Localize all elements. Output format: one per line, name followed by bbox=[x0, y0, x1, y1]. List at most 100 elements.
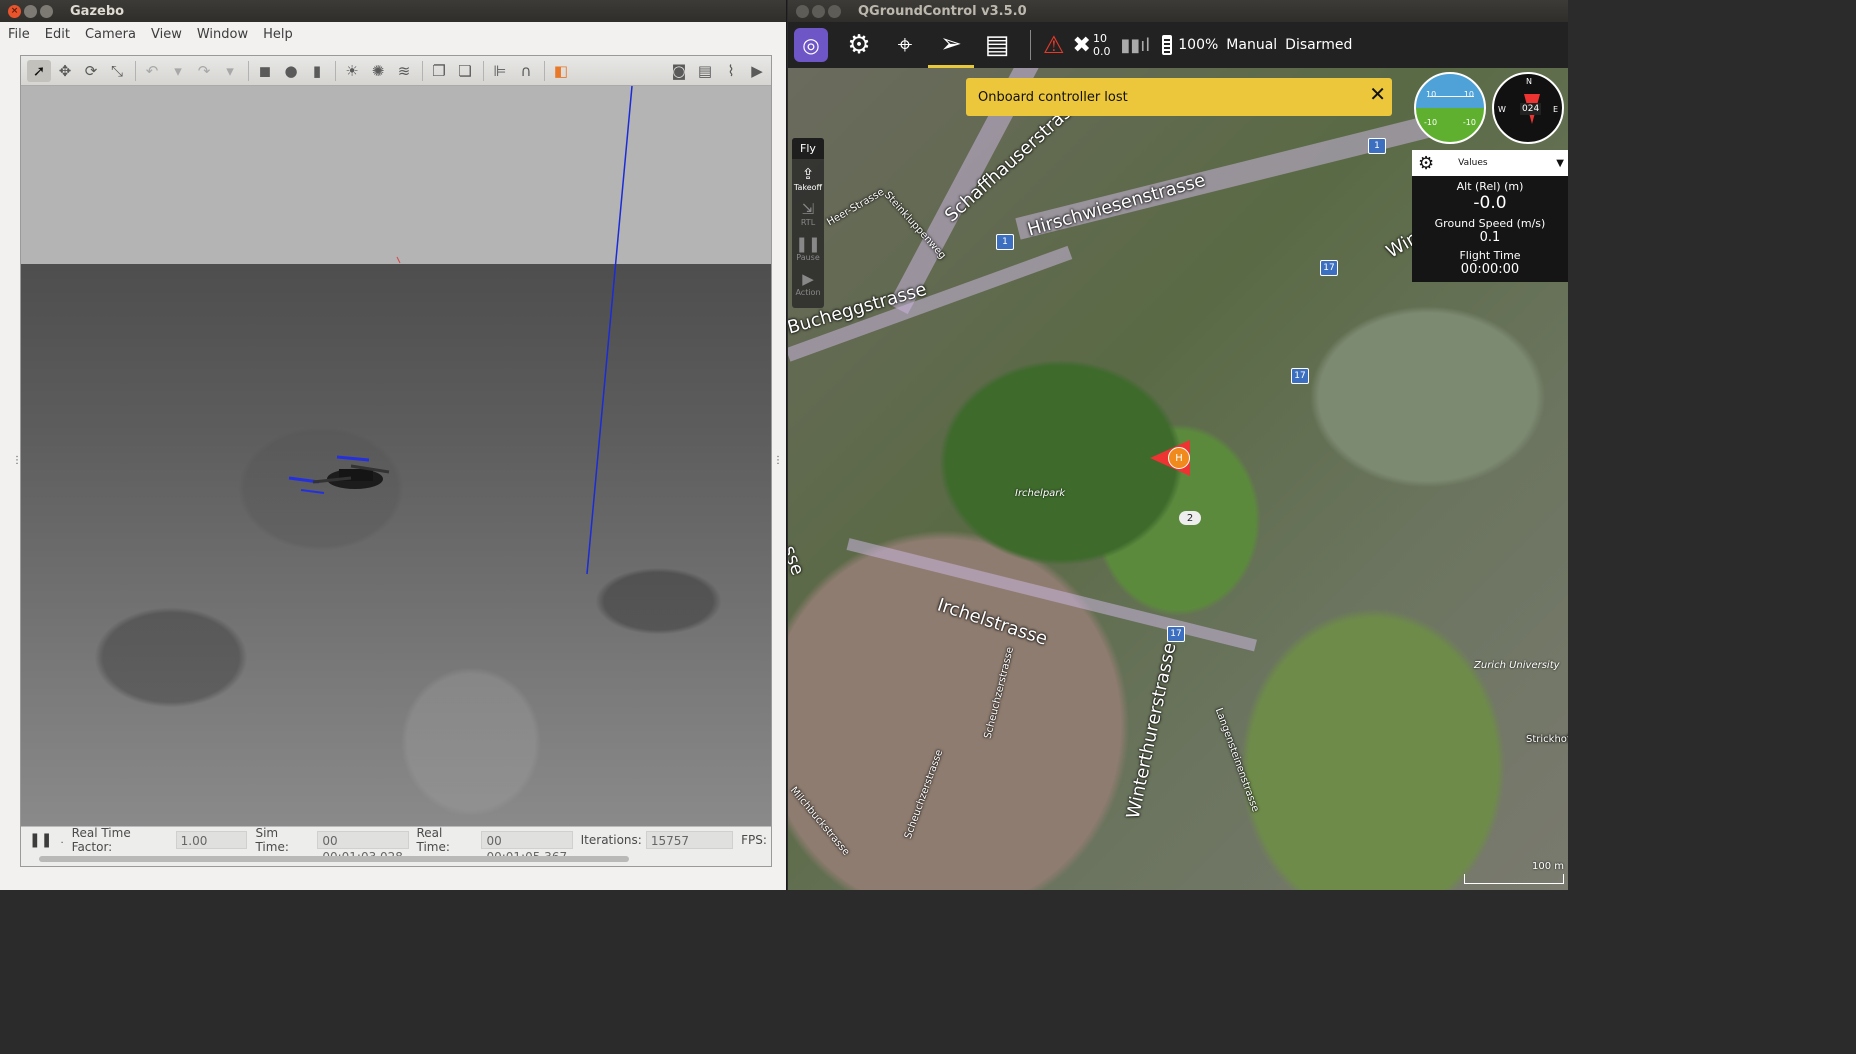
battery-percent: 100% bbox=[1178, 37, 1219, 53]
plan-view-icon[interactable]: ⌖ bbox=[882, 22, 928, 68]
sim-time-value: 00 00:01:03.028 bbox=[317, 831, 409, 864]
road-irchel bbox=[846, 538, 1257, 652]
menu-camera[interactable]: Camera bbox=[85, 27, 136, 42]
cylinder-shape-icon[interactable]: ▮ bbox=[305, 60, 329, 82]
record-video-icon[interactable]: ▶ bbox=[745, 60, 769, 82]
minimize-icon[interactable] bbox=[24, 4, 37, 18]
qgc-logo-icon[interactable]: ◎ bbox=[794, 28, 828, 62]
translate-mode-icon[interactable]: ✥ bbox=[53, 60, 77, 82]
view-angle-icon[interactable]: ◧ bbox=[549, 60, 573, 82]
toolbar-separator bbox=[335, 60, 336, 81]
box-shape-icon[interactable]: ◼ bbox=[253, 60, 277, 82]
maximize-icon[interactable] bbox=[828, 4, 841, 18]
align-icon[interactable]: ⊫ bbox=[488, 60, 512, 82]
plot-icon[interactable]: ⌇ bbox=[719, 60, 743, 82]
point-light-icon[interactable]: ☀ bbox=[340, 60, 364, 82]
undo-icon[interactable]: ↶ bbox=[140, 60, 164, 82]
chevron-down-icon[interactable]: ▼ bbox=[1556, 158, 1564, 169]
action-label: Action bbox=[795, 288, 821, 297]
vehicle-setup-icon[interactable]: ⚙ bbox=[836, 22, 882, 68]
z-axis-line bbox=[586, 86, 633, 575]
menu-window[interactable]: Window bbox=[197, 27, 248, 42]
pause-icon: ❚❚ bbox=[795, 235, 821, 253]
gear-icon[interactable]: ⚙ bbox=[1418, 153, 1434, 174]
gazebo-menubar: File Edit Camera View Window Help bbox=[0, 22, 786, 46]
toolbar-separator bbox=[544, 60, 545, 81]
takeoff-button[interactable]: ⇪ Takeoff bbox=[792, 159, 824, 194]
route-badge: 17 bbox=[1167, 626, 1185, 642]
window-title: QGroundControl v3.5.0 bbox=[858, 3, 1027, 19]
ground-speed-value: 0.1 bbox=[1479, 230, 1501, 245]
menu-view[interactable]: View bbox=[151, 27, 182, 42]
toolbar-separator bbox=[248, 60, 249, 81]
flight-time-value: 00:00:00 bbox=[1460, 262, 1520, 277]
values-header[interactable]: ⚙ Values ▼ bbox=[1412, 150, 1568, 176]
select-mode-icon[interactable]: ➚ bbox=[27, 59, 51, 82]
ground-speed-label: Ground Speed (m/s) bbox=[1434, 217, 1546, 230]
close-icon[interactable]: × bbox=[8, 4, 21, 18]
minimize-icon[interactable] bbox=[812, 4, 825, 18]
waypoint-marker[interactable]: 2 bbox=[1179, 511, 1201, 525]
copy-icon[interactable]: ❐ bbox=[427, 60, 451, 82]
redo-dropdown-icon[interactable]: ▾ bbox=[218, 60, 242, 82]
battery-indicator[interactable]: 100% bbox=[1162, 35, 1218, 55]
spot-light-icon[interactable]: ✺ bbox=[366, 60, 390, 82]
gazebo-3d-viewport[interactable] bbox=[21, 86, 771, 826]
qgc-toolbar: ◎ ⚙ ⌖ ➢ ▤ ⚠ ✖ 10 0.0 ▮▮ıl 100% Manual Di… bbox=[788, 22, 1568, 68]
map-scale-label: 100 m bbox=[1531, 861, 1564, 872]
step-icon[interactable]: . bbox=[60, 835, 63, 846]
pause-icon[interactable]: ❚❚ bbox=[29, 832, 52, 848]
drone-model[interactable] bbox=[288, 455, 390, 494]
street-heer-strasse: Heer-Strasse bbox=[825, 186, 887, 229]
analyze-icon[interactable]: ▤ bbox=[974, 22, 1020, 68]
menu-help[interactable]: Help bbox=[263, 27, 293, 42]
action-button[interactable]: ▶ Action bbox=[792, 264, 824, 299]
rtf-value: 1.00 bbox=[175, 831, 248, 849]
horizontal-scrollbar[interactable] bbox=[39, 856, 629, 862]
snap-icon[interactable]: ∩ bbox=[514, 60, 538, 82]
gps-indicator[interactable]: ✖ 10 0.0 bbox=[1073, 32, 1111, 58]
iterations-label: Iterations: bbox=[580, 833, 642, 847]
directional-light-icon[interactable]: ≋ bbox=[392, 60, 416, 82]
left-panel-handle[interactable]: ⋮ bbox=[12, 455, 22, 466]
right-panel-handle[interactable]: ⋮ bbox=[773, 455, 783, 466]
sim-time-label: Sim Time: bbox=[255, 826, 289, 854]
gazebo-window: × Gazebo File Edit Camera View Window He… bbox=[0, 0, 787, 890]
street-irchelstrasse: Irchelstrasse bbox=[934, 594, 1051, 650]
flight-mode[interactable]: Manual bbox=[1226, 37, 1277, 53]
home-position-marker[interactable]: H bbox=[1168, 447, 1190, 469]
menu-edit[interactable]: Edit bbox=[45, 27, 70, 42]
pause-button[interactable]: ❚❚ Pause bbox=[792, 229, 824, 264]
place-strickhof: Strickhof bbox=[1526, 734, 1568, 745]
redo-icon[interactable]: ↷ bbox=[192, 60, 216, 82]
real-time-label: Real Time: bbox=[416, 826, 450, 854]
toolbar-separator bbox=[1030, 30, 1031, 60]
paste-icon[interactable]: ❏ bbox=[453, 60, 477, 82]
rotate-mode-icon[interactable]: ⟳ bbox=[79, 60, 103, 82]
menu-file[interactable]: File bbox=[8, 27, 30, 42]
sphere-shape-icon[interactable]: ● bbox=[279, 60, 303, 82]
screenshot-icon[interactable]: ◙ bbox=[667, 60, 691, 82]
undo-dropdown-icon[interactable]: ▾ bbox=[166, 60, 190, 82]
arm-state[interactable]: Disarmed bbox=[1285, 37, 1352, 53]
street-scheuchzerstrasse: Scheuchzerstrasse bbox=[982, 645, 1017, 740]
compass-indicator: N W E 024 bbox=[1492, 72, 1564, 144]
rc-signal-icon[interactable]: ▮▮ıl bbox=[1120, 35, 1150, 56]
alt-value: -0.0 bbox=[1473, 193, 1507, 213]
toolbar-separator bbox=[422, 60, 423, 81]
gazebo-titlebar: × Gazebo bbox=[0, 0, 786, 22]
maximize-icon[interactable] bbox=[40, 4, 53, 18]
route-badge: 17 bbox=[1291, 368, 1309, 384]
qgc-titlebar: QGroundControl v3.5.0 bbox=[788, 0, 1568, 22]
fly-tools-panel: Fly ⇪ Takeoff ⇲ RTL ❚❚ Pause ▶ Action bbox=[792, 138, 824, 308]
close-icon[interactable]: ✕ bbox=[1369, 82, 1386, 106]
att-tick: 10 bbox=[1426, 90, 1437, 99]
fly-view-icon[interactable]: ➢ bbox=[928, 22, 974, 68]
rtl-button[interactable]: ⇲ RTL bbox=[792, 194, 824, 229]
gazebo-status-bar: ❚❚ . Real Time Factor: 1.00 Sim Time: 00… bbox=[21, 826, 771, 866]
close-icon[interactable] bbox=[796, 4, 809, 18]
log-icon[interactable]: ▤ bbox=[693, 60, 717, 82]
warning-icon[interactable]: ⚠ bbox=[1043, 31, 1065, 59]
scale-mode-icon[interactable]: ⤡ bbox=[105, 60, 129, 82]
place-zurich-university: Zurich University bbox=[1474, 660, 1560, 671]
